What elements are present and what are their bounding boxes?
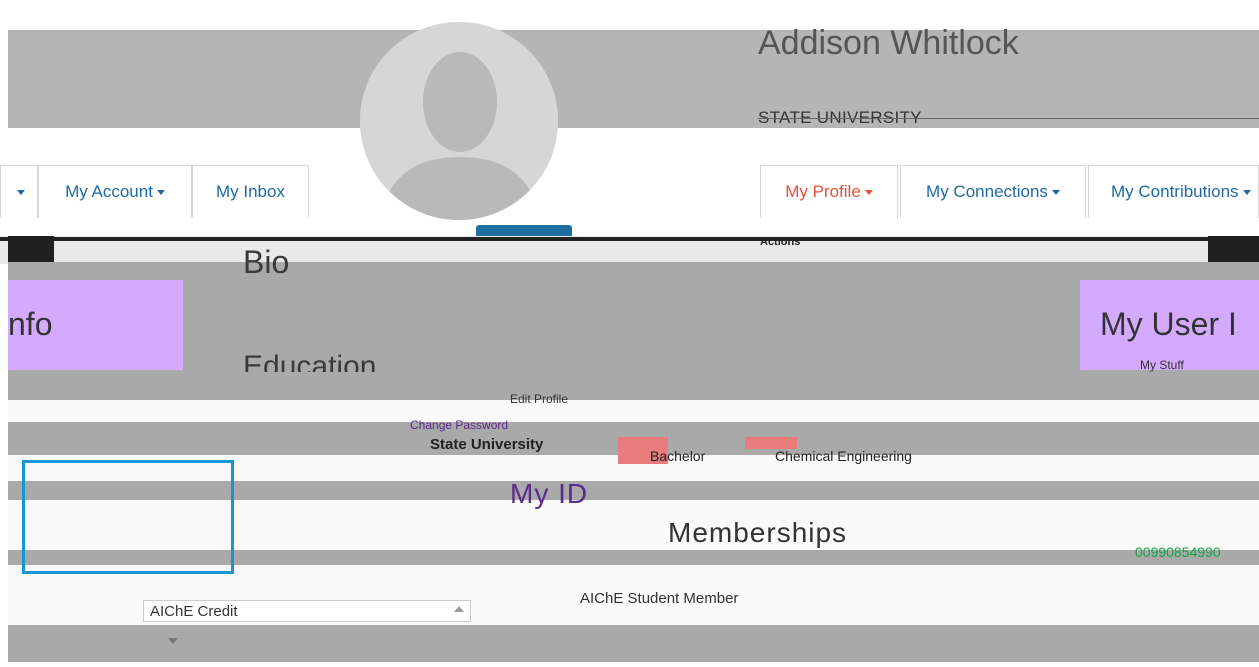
education-degree: Bachelor <box>650 448 706 464</box>
tab-my-contributions[interactable]: My Contributions <box>1088 165 1259 218</box>
chevron-down-icon <box>17 189 25 195</box>
change-password-link[interactable]: Change Password <box>410 418 508 432</box>
tab-my-inbox[interactable]: My Inbox <box>192 165 309 218</box>
chevron-down-icon <box>1051 189 1060 195</box>
tab-label: My Connections <box>926 182 1048 201</box>
selection-frame <box>22 460 234 574</box>
actions-label[interactable]: Actions <box>760 236 800 248</box>
chevron-down-icon[interactable] <box>168 638 178 644</box>
education-school: State University <box>430 436 544 453</box>
divider <box>8 400 1259 422</box>
avatar[interactable] <box>360 22 558 220</box>
profile-header <box>8 30 1259 120</box>
tab-partial[interactable] <box>0 165 38 218</box>
my-id-heading: My ID <box>510 478 589 509</box>
divider <box>0 237 1259 241</box>
chevron-up-icon[interactable] <box>454 606 464 612</box>
profile-name: Addison Whitlock <box>758 24 1019 62</box>
credit-dropdown[interactable]: AIChE Credit <box>143 600 471 622</box>
tab-my-connections[interactable]: My Connections <box>900 165 1086 218</box>
toolbar-button-left[interactable] <box>8 236 54 262</box>
edit-profile-link[interactable]: Edit Profile <box>510 392 568 406</box>
member-id-number: 00990854990 <box>1135 544 1221 560</box>
divider <box>758 118 1259 119</box>
chevron-down-icon <box>1242 189 1251 195</box>
user-info-panel-title: My User I <box>1100 306 1237 342</box>
tab-label: My Account <box>65 182 153 201</box>
education-major: Chemical Engineering <box>775 448 912 464</box>
tab-label: My Contributions <box>1111 182 1239 201</box>
membership-item: AIChE Student Member <box>580 590 739 607</box>
my-stuff-link[interactable]: My Stuff <box>1140 358 1184 372</box>
profile-header-lower <box>8 120 1259 128</box>
memberships-heading: Memberships <box>668 517 848 548</box>
tab-my-profile[interactable]: My Profile <box>760 165 898 218</box>
user-silhouette-icon <box>360 22 558 220</box>
chevron-down-icon <box>864 189 873 195</box>
education-heading: Education <box>243 350 377 372</box>
tab-label: My Profile <box>785 182 861 201</box>
info-panel-title: nfo <box>8 306 53 342</box>
chevron-down-icon <box>156 189 165 195</box>
tab-my-account[interactable]: My Account <box>38 165 192 218</box>
bio-heading: Bio <box>243 244 290 280</box>
toolbar-button-right[interactable] <box>1208 236 1259 262</box>
tab-label: My Inbox <box>216 182 285 201</box>
